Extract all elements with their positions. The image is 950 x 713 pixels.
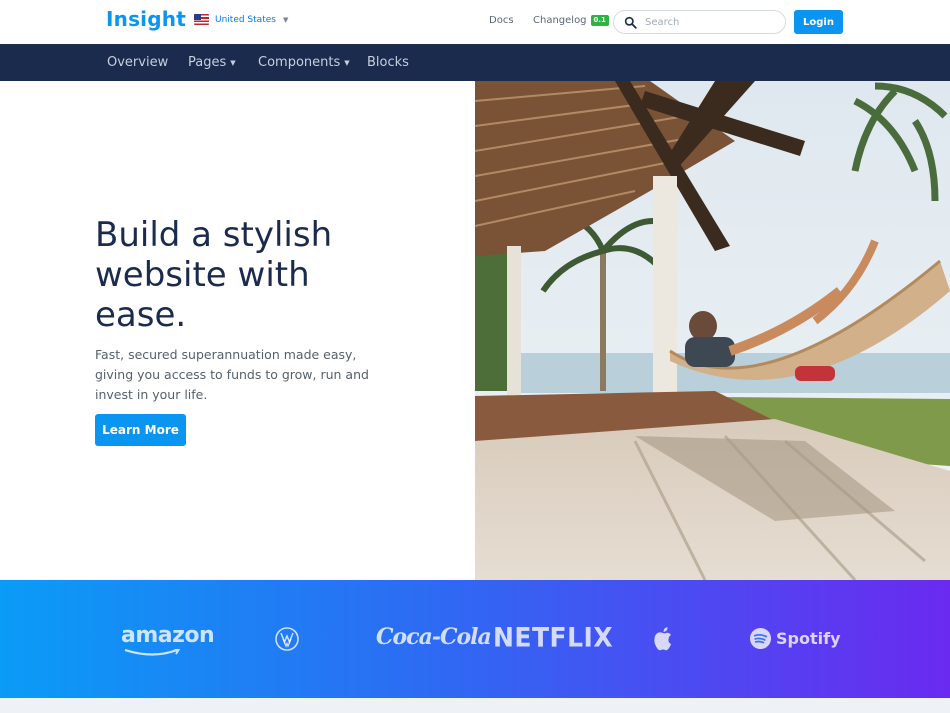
- main-nav: Overview Pages ▼ Components ▼ Blocks: [0, 44, 950, 81]
- nav-item-label: Overview: [107, 55, 169, 70]
- cocacola-logo: Coca-Cola: [376, 624, 492, 650]
- spotify-logo: Spotify: [749, 627, 841, 650]
- nav-item-pages[interactable]: Pages ▼: [188, 55, 236, 70]
- nav-item-components[interactable]: Components ▼: [258, 55, 350, 70]
- search-input[interactable]: [645, 16, 765, 28]
- changelog-link[interactable]: Changelog 0.1: [533, 15, 609, 26]
- amazon-logo: amazon: [121, 623, 215, 656]
- learn-more-button[interactable]: Learn More: [95, 414, 186, 446]
- volkswagen-logo-icon: [275, 627, 299, 651]
- nav-item-label: Components: [258, 55, 341, 70]
- nav-item-label: Blocks: [367, 55, 409, 70]
- hero-image: [475, 81, 950, 580]
- partner-logos-band: amazon Coca-Cola NETFLIX Spotify: [0, 580, 950, 698]
- search-icon: [624, 16, 637, 29]
- country-selector[interactable]: United States ▼: [194, 14, 288, 25]
- brand-logo[interactable]: Insight: [106, 7, 186, 31]
- login-button[interactable]: Login: [794, 10, 843, 34]
- nav-item-overview[interactable]: Overview: [107, 55, 168, 70]
- chevron-down-icon: ▼: [282, 15, 289, 24]
- us-flag-icon: [194, 14, 209, 25]
- nav-item-label: Pages: [188, 55, 227, 70]
- top-bar: Insight United States ▼ Docs Changelog 0…: [0, 0, 950, 44]
- docs-link[interactable]: Docs: [489, 15, 514, 26]
- hero-title: Build a stylish website with ease.: [95, 215, 333, 335]
- nav-item-blocks[interactable]: Blocks: [367, 55, 409, 70]
- hero-subtitle: Fast, secured superannuation made easy, …: [95, 347, 369, 402]
- amazon-wordmark: amazon: [121, 623, 215, 648]
- changelog-label: Changelog: [533, 15, 587, 26]
- netflix-logo: NETFLIX: [493, 622, 614, 653]
- apple-logo-icon: [654, 627, 671, 651]
- spotify-icon: [749, 627, 772, 650]
- search-box[interactable]: [613, 10, 786, 34]
- spotify-wordmark: Spotify: [776, 629, 841, 648]
- chevron-down-icon: ▼: [344, 58, 350, 67]
- amazon-smile-icon: [124, 649, 181, 656]
- version-badge: 0.1: [590, 15, 609, 26]
- country-label: United States: [215, 14, 276, 25]
- next-section-edge: [0, 698, 950, 713]
- chevron-down-icon: ▼: [230, 58, 236, 67]
